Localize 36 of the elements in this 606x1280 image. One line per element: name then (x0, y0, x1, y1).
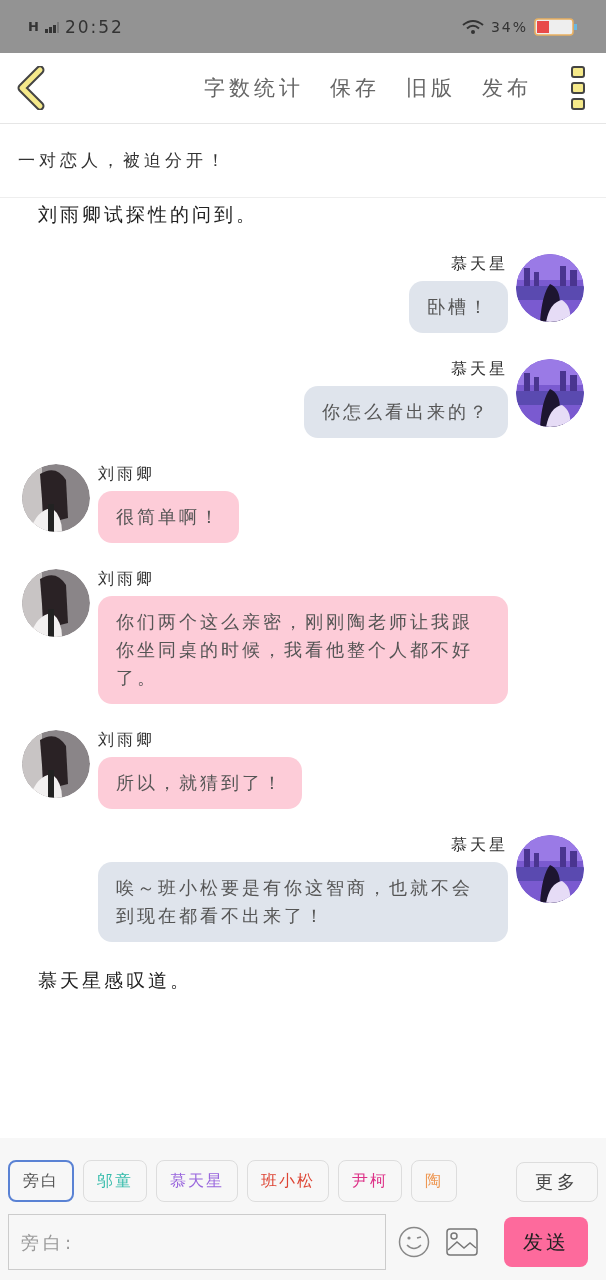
message-bubble: 很简单啊！ (98, 491, 239, 543)
send-button[interactable]: 发送 (504, 1217, 588, 1267)
network-label: H (28, 19, 39, 34)
chapter-title: 一对恋人，被迫分开！ (0, 124, 606, 198)
battery-percent: 34% (490, 18, 528, 35)
clock: 20:52 (64, 16, 124, 37)
sender-name: 慕天星 (451, 835, 508, 856)
image-icon[interactable] (446, 1228, 478, 1256)
back-button[interactable] (16, 66, 46, 110)
emoji-icon[interactable] (398, 1226, 430, 1258)
sender-name: 慕天星 (451, 359, 508, 380)
narration-text: 刘雨卿试探性的问到。 (37, 202, 259, 227)
wifi-icon (460, 18, 485, 35)
character-chip[interactable]: 班小松 (247, 1160, 329, 1202)
menu-button[interactable] (570, 65, 586, 111)
more-button[interactable]: 更多 (516, 1162, 598, 1202)
sender-name: 慕天星 (451, 254, 508, 275)
message-bubble: 卧槽！ (409, 281, 508, 333)
input-field[interactable]: 旁白: (8, 1214, 386, 1270)
message-bubble: 你怎么看出来的？ (304, 386, 508, 438)
sender-name: 刘雨卿 (98, 730, 155, 751)
message-bubble: 唉～班小松要是有你这智商，也就不会到现在都看不出来了！ (98, 862, 508, 942)
header-action[interactable]: 保存 (330, 74, 380, 102)
message-bubble: 所以，就猜到了！ (98, 757, 302, 809)
header-action[interactable]: 字数统计 (204, 74, 304, 102)
sender-name: 刘雨卿 (98, 569, 155, 590)
character-chip[interactable]: 尹柯 (338, 1160, 402, 1202)
battery-icon (534, 17, 578, 36)
signal-icon (44, 20, 59, 33)
message-bubble: 你们两个这么亲密，刚刚陶老师让我跟你坐同桌的时候，我看他整个人都不好了。 (98, 596, 508, 704)
header-action[interactable]: 发布 (482, 74, 532, 102)
header-action[interactable]: 旧版 (406, 74, 456, 102)
sender-name: 刘雨卿 (98, 464, 155, 485)
character-chip[interactable]: 旁白 (8, 1160, 74, 1202)
narration-text: 慕天星感叹道。 (37, 968, 193, 993)
character-chip[interactable]: 慕天星 (156, 1160, 238, 1202)
